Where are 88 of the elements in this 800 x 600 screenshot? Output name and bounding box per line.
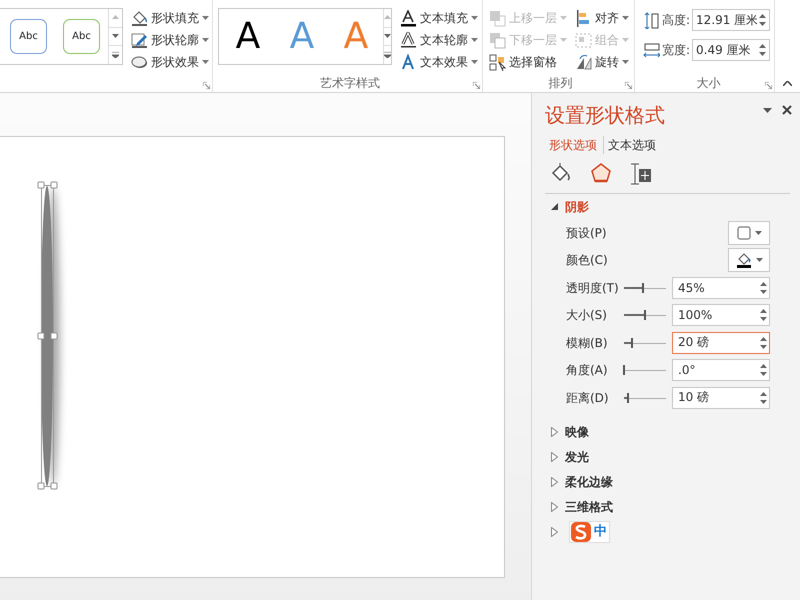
spin-icon[interactable] [760,282,767,294]
expand-triangle-icon[interactable] [551,502,558,512]
ribbon-button[interactable]: 文本轮廓 [398,30,480,50]
caret-icon [754,230,762,235]
shadow-preset-icon [736,226,750,240]
slider-thumb[interactable] [642,282,644,293]
section-header[interactable]: 柔化边缘 [565,473,613,491]
field-label: 透明度(T) [566,280,620,297]
tab[interactable]: 文本选项 [603,136,662,154]
field-label: 大小(S) [566,307,608,324]
expand-triangle-icon[interactable] [551,452,558,462]
dialog-launcher-icon[interactable] [765,82,772,89]
field-label: 预设(P) [566,224,608,242]
size-tab-icon[interactable] [629,162,653,186]
group-label: 排列 [548,76,572,90]
group-label: 大小 [696,76,720,90]
scroll-down-button[interactable] [384,34,391,40]
spin-field[interactable]: 20 磅 [672,332,770,354]
section-header[interactable]: 映像 [565,423,589,441]
selection-pane-icon [489,54,506,70]
pane-title: 设置形状格式 [545,103,665,127]
field-label: 模糊(B) [566,334,609,352]
paint-bucket-icon [736,252,752,268]
spin-field[interactable]: 10 磅 [672,386,770,409]
height-icon [643,12,660,28]
spin-field[interactable]: .0° [672,359,770,382]
align-icon [575,10,592,26]
field-label: 高度: [662,12,690,29]
section-header[interactable]: 三维格式 [565,498,613,516]
text-outline-icon [400,32,417,48]
spin-icon[interactable] [759,44,766,56]
spin-field[interactable]: 100% [672,304,770,326]
field-label: 宽度: [662,42,690,59]
style-thumbnail[interactable]: Abc [63,19,100,54]
ribbon-button[interactable]: 文本效果 [398,52,480,72]
pane-menu-icon[interactable] [763,108,772,112]
ime-toolbar[interactable]: 中 [569,521,610,543]
collapse-triangle-icon[interactable] [551,203,558,210]
spin-field[interactable]: 0.49 厘米 [692,39,770,61]
spin-icon[interactable] [760,364,767,376]
bring-forward-icon [489,10,506,26]
expand-triangle-icon[interactable] [551,477,558,487]
more-button[interactable] [384,52,391,58]
ime-logo-icon [570,521,592,543]
field-label: 颜色(C) [566,252,609,270]
spin-icon[interactable] [760,309,767,322]
field-label: 角度(A) [566,362,609,380]
wordart-style[interactable]: A [221,18,275,54]
ribbon-button[interactable]: 选择窗格 [487,52,569,72]
section-header[interactable]: 发光 [565,448,589,466]
scroll-down-button[interactable] [112,34,119,40]
group-icon [575,32,592,48]
dialog-launcher-icon[interactable] [625,82,632,89]
spin-icon[interactable] [759,14,766,26]
collapse-ribbon-icon[interactable] [783,81,792,86]
dialog-launcher-icon[interactable] [203,82,210,89]
rotate-icon [575,54,592,70]
ribbon-button[interactable]: 形状填充 [129,8,211,28]
field-label: 距离(D) [566,390,610,407]
pencil-icon [131,32,148,48]
ribbon-button[interactable]: 文本填充 [398,8,480,28]
shape-effect-icon [131,54,148,70]
ribbon-button[interactable]: 旋转 [573,52,631,72]
ribbon-button[interactable]: 形状轮廓 [129,30,211,50]
spin-icon[interactable] [760,336,767,349]
group-label: 艺术字样式 [320,76,380,90]
text-effect-icon [400,54,417,70]
dialog-launcher-icon[interactable] [473,82,480,89]
more-button[interactable] [112,52,119,58]
close-icon[interactable] [782,105,792,115]
spin-icon[interactable] [760,392,767,404]
ribbon-button[interactable]: 形状效果 [129,52,211,72]
ribbon-button[interactable]: 对齐 [573,8,631,28]
expand-triangle-icon[interactable] [551,527,558,537]
tab[interactable]: 形状选项 [545,136,603,154]
slider-thumb[interactable] [627,392,630,403]
spin-field[interactable]: 45% [672,276,770,299]
ime-mode[interactable]: 中 [592,522,609,542]
text-fill-icon [400,10,417,26]
caret-icon [756,258,762,262]
width-icon [643,42,660,58]
expand-triangle-icon[interactable] [551,427,558,437]
section-header[interactable]: 阴影 [565,198,589,216]
paint-bucket-icon [131,10,148,26]
slider-thumb[interactable] [631,338,634,348]
send-backward-icon [489,32,506,48]
dropdown-button[interactable] [728,248,770,272]
style-thumbnail[interactable]: Abc [10,19,47,54]
